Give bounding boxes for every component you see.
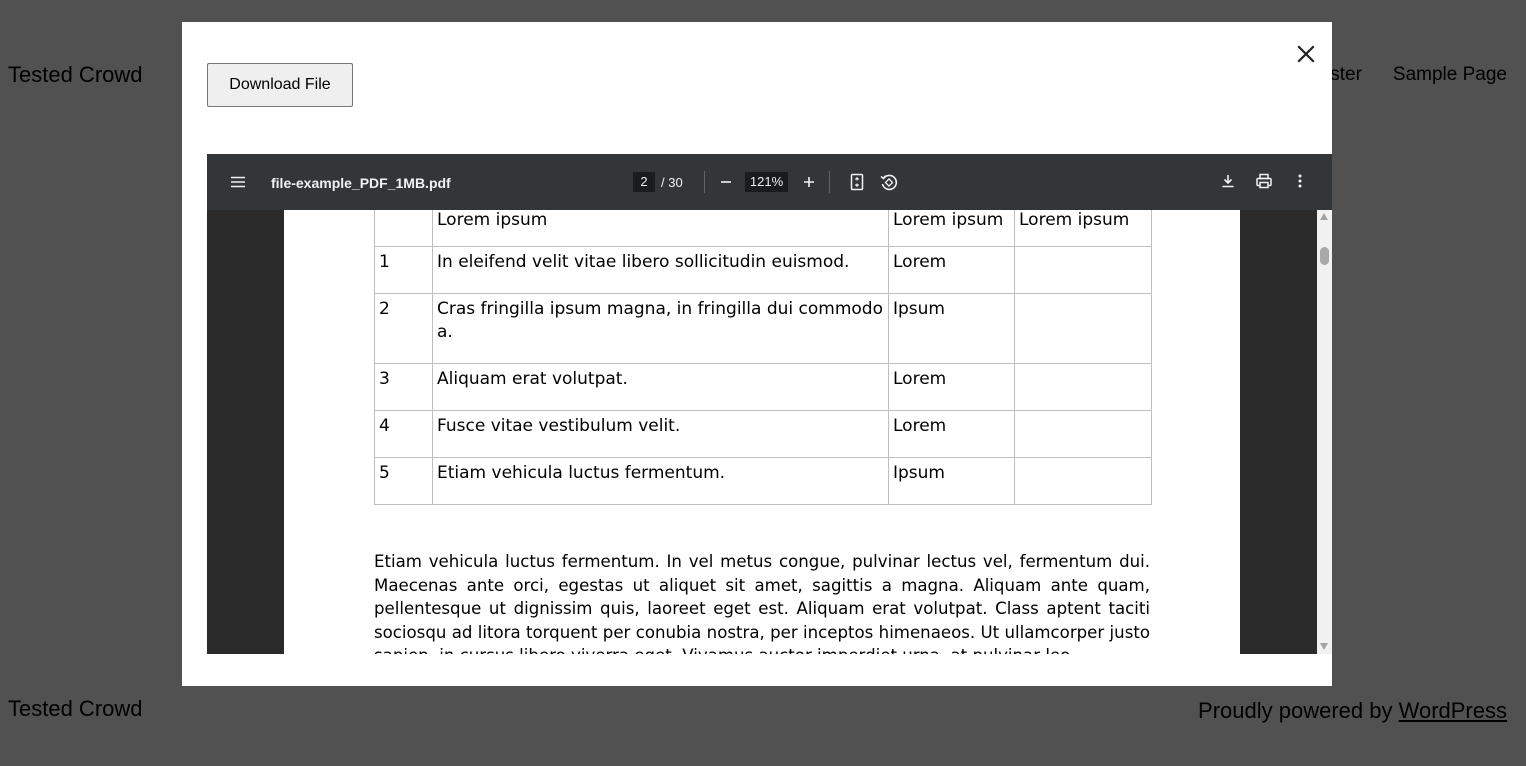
table-cell: Lorem ipsum — [888, 210, 1015, 247]
table-row: 3 Aliquam erat volutpat. Lorem — [374, 363, 1152, 411]
table-cell: 4 — [374, 410, 433, 458]
footer-site-title[interactable]: Tested Crowd — [8, 696, 143, 722]
zoom-in-icon[interactable] — [800, 173, 818, 191]
table-cell: Fusce vitae vestibulum velit. — [432, 410, 889, 458]
table-cell: 2 — [374, 293, 433, 364]
table-cell — [374, 210, 433, 247]
vertical-scrollbar[interactable] — [1317, 210, 1332, 654]
table-cell — [1014, 457, 1152, 505]
pdf-modal: Download File file-example_PDF_1MB.pdf 2… — [182, 22, 1332, 686]
table-cell — [1014, 363, 1152, 411]
table-cell: 5 — [374, 457, 433, 505]
table-cell: Ipsum — [888, 457, 1015, 505]
pdf-toolbar: file-example_PDF_1MB.pdf 2 / 30 121% — [207, 154, 1332, 210]
table-cell: Aliquam erat volutpat. — [432, 363, 889, 411]
table-cell: 1 — [374, 246, 433, 294]
toolbar-divider — [704, 171, 705, 193]
table-cell: Ipsum — [888, 293, 1015, 364]
zoom-out-icon[interactable] — [717, 173, 735, 191]
pdf-table: Lorem ipsum Lorem ipsum Lorem ipsum 1 In… — [374, 210, 1152, 505]
table-cell: Lorem — [888, 363, 1015, 411]
table-cell: Lorem — [888, 246, 1015, 294]
pdf-page: Lorem ipsum Lorem ipsum Lorem ipsum 1 In… — [284, 210, 1240, 654]
table-cell — [1014, 246, 1152, 294]
nav-item-sample-page[interactable]: Sample Page — [1393, 64, 1507, 86]
table-cell — [1014, 410, 1152, 458]
fit-page-icon[interactable] — [848, 172, 866, 192]
pdf-viewer: file-example_PDF_1MB.pdf 2 / 30 121% Lor… — [207, 154, 1332, 654]
table-cell: Lorem — [888, 410, 1015, 458]
table-row: 2 Cras fringilla ipsum magna, in fringil… — [374, 293, 1152, 364]
table-cell: Etiam vehicula luctus fermentum. — [432, 457, 889, 505]
toolbar-divider — [829, 171, 830, 193]
download-file-button[interactable]: Download File — [207, 63, 353, 107]
scroll-up-arrow-icon[interactable] — [1320, 213, 1328, 220]
table-row: 4 Fusce vitae vestibulum velit. Lorem — [374, 410, 1152, 458]
table-cell: In eleifend velit vitae libero sollicitu… — [432, 246, 889, 294]
site-title[interactable]: Tested Crowd — [8, 62, 143, 88]
table-cell: Lorem ipsum — [1014, 210, 1152, 247]
menu-icon[interactable] — [229, 173, 247, 191]
print-icon[interactable] — [1255, 172, 1273, 190]
table-row: Lorem ipsum Lorem ipsum Lorem ipsum — [374, 210, 1152, 247]
pdf-document-area[interactable]: Lorem ipsum Lorem ipsum Lorem ipsum 1 In… — [207, 210, 1317, 654]
more-icon[interactable] — [1291, 172, 1309, 190]
nav-item-partial[interactable]: ster — [1330, 64, 1362, 86]
scroll-down-arrow-icon[interactable] — [1320, 643, 1328, 650]
zoom-input[interactable]: 121% — [745, 172, 788, 192]
table-cell: Lorem ipsum — [432, 210, 889, 247]
table-cell — [1014, 293, 1152, 364]
scrollbar-thumb[interactable] — [1320, 247, 1329, 265]
table-row: 1 In eleifend velit vitae libero sollici… — [374, 246, 1152, 294]
pdf-paragraph: Etiam vehicula luctus fermentum. In vel … — [374, 552, 1150, 654]
page-total: / 30 — [661, 175, 683, 190]
table-cell: 3 — [374, 363, 433, 411]
close-icon[interactable] — [1294, 42, 1318, 66]
page-number-input[interactable]: 2 — [633, 172, 655, 192]
rotate-icon[interactable] — [879, 172, 899, 192]
table-cell: Cras fringilla ipsum magna, in fringilla… — [432, 293, 889, 364]
footer-credit: Proudly powered by WordPress — [1198, 698, 1507, 724]
download-icon[interactable] — [1219, 172, 1237, 190]
wordpress-link[interactable]: WordPress — [1399, 698, 1507, 723]
footer-credit-prefix: Proudly powered by — [1198, 698, 1399, 723]
pdf-file-name: file-example_PDF_1MB.pdf — [271, 175, 451, 191]
table-row: 5 Etiam vehicula luctus fermentum. Ipsum — [374, 457, 1152, 505]
site-nav: ster Sample Page — [1330, 64, 1507, 86]
